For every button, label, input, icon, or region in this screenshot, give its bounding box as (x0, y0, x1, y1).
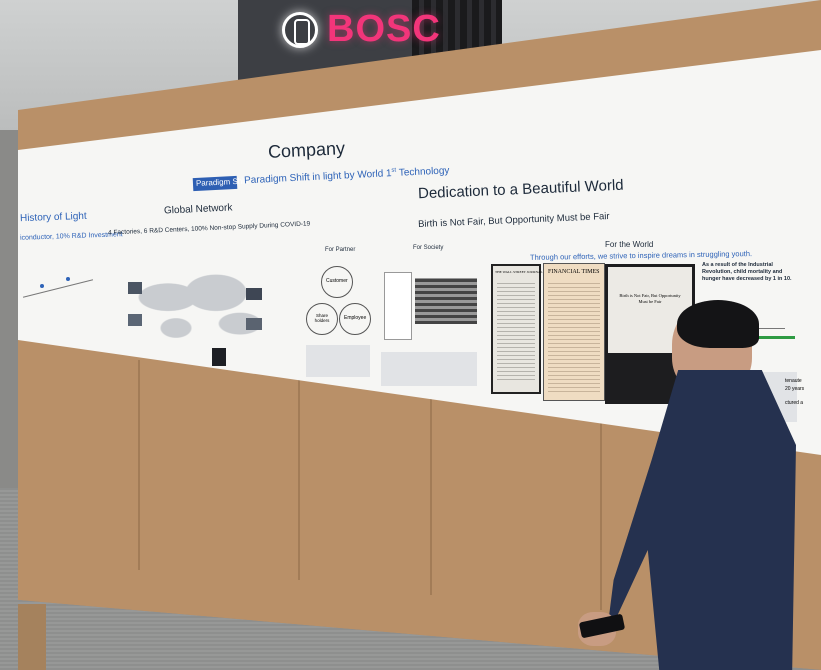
map-photo-2 (128, 314, 142, 326)
customer-circle: Customer (321, 266, 353, 298)
bosch-logo-icon (282, 12, 318, 48)
history-title: History of Light (19, 210, 87, 225)
customer-label: Customer (326, 278, 348, 284)
world-map (120, 262, 280, 350)
for-partner-label: For Partner (325, 247, 356, 253)
map-photo-3 (246, 288, 262, 300)
panel-seam-2 (298, 380, 300, 580)
for-world-label: For the World (605, 240, 654, 249)
map-photo-5 (212, 348, 226, 366)
timeline-dot-2 (66, 277, 70, 281)
society-document (384, 272, 412, 340)
opinion-headline: Birth is Not Fair, But Opportunity Must … (619, 293, 681, 304)
society-notes-box (381, 352, 477, 386)
partner-notes-box (306, 345, 370, 377)
map-photo-4 (246, 318, 262, 330)
newspaper-wsj: THE WALL STREET JOURNAL (491, 264, 543, 394)
side-fragment-2: 20 years (785, 386, 805, 392)
company-title: Company (267, 138, 346, 162)
ft-masthead: FINANCIAL TIMES (548, 269, 600, 275)
newspaper-ft: FINANCIAL TIMES (543, 263, 605, 401)
employee-label: Employee (344, 315, 367, 321)
map-photo-1 (128, 282, 142, 294)
person-hair (677, 300, 759, 348)
wsj-masthead: THE WALL STREET JOURNAL (495, 270, 543, 274)
timeline-dot-1 (40, 284, 44, 288)
cardboard-box (18, 604, 46, 670)
shareholders-label: Share holders (314, 313, 330, 323)
side-fragment-3: ctured a (785, 400, 804, 406)
for-society-label: For Society (413, 245, 444, 251)
exhibition-scene: BOSC Company Paradigm Shift Paradigm Shi… (0, 0, 821, 670)
society-photo (415, 278, 477, 324)
shareholders-circle: Share holders (306, 303, 338, 335)
paradigm-tag: Paradigm Shift (192, 175, 249, 192)
industrial-revolution-text: As a result of the Industrial Revolution… (702, 262, 792, 282)
employee-circle: Employee (339, 303, 371, 335)
panel-seam-1 (138, 360, 140, 570)
bosch-sign-text: BOSC (327, 8, 441, 50)
panel-seam-4 (600, 410, 602, 610)
panel-seam-3 (430, 395, 432, 595)
side-fragment-1: tenaute (785, 378, 802, 384)
